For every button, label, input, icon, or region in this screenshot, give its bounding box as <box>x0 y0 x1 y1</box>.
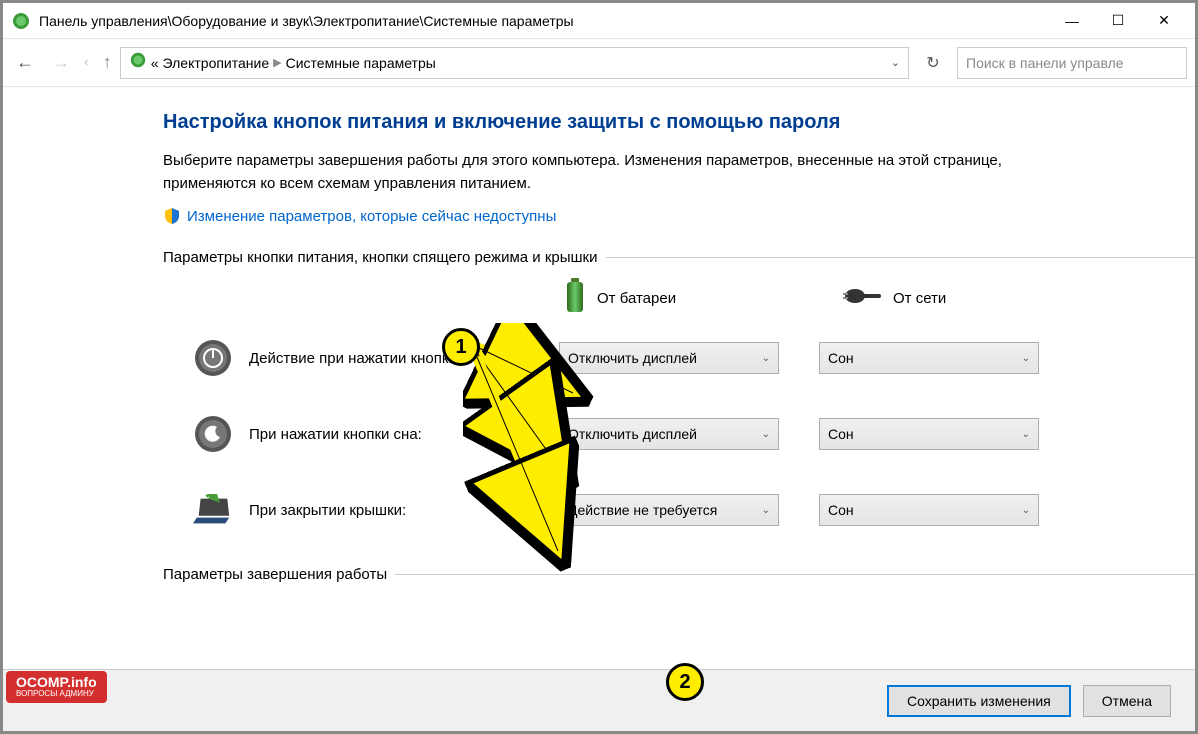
save-button[interactable]: Сохранить изменения <box>887 685 1071 717</box>
breadcrumb-item[interactable]: Системные параметры <box>286 55 436 71</box>
column-header-battery: От батареи <box>563 278 773 318</box>
close-button[interactable]: ✕ <box>1141 6 1187 36</box>
plug-icon <box>843 284 883 312</box>
column-header-plugged: От сети <box>843 278 1053 318</box>
power-button-icon <box>193 338 233 378</box>
shield-icon <box>163 207 181 225</box>
titlebar: Панель управления\Оборудование и звук\Эл… <box>3 3 1195 39</box>
power-button-plugged-combo[interactable]: Сон ⌄ <box>819 342 1039 374</box>
power-row: При нажатии кнопки сна: Отключить диспле… <box>163 414 1195 454</box>
address-bar[interactable]: « Электропитание ▶ Системные параметры ⌄ <box>120 47 909 79</box>
forward-button[interactable]: → <box>47 49 75 77</box>
annotation-badge-2: 2 <box>666 663 704 701</box>
section-header: Параметры завершения работы <box>163 566 1195 583</box>
column-label: От батареи <box>597 290 676 307</box>
change-settings-label: Изменение параметров, которые сейчас нед… <box>187 208 556 225</box>
address-dropdown[interactable]: ⌄ <box>891 56 900 69</box>
breadcrumb-item[interactable]: Электропитание <box>163 55 270 71</box>
chevron-down-icon: ⌄ <box>762 505 770 516</box>
section-header: Параметры кнопки питания, кнопки спящего… <box>163 249 1195 266</box>
cancel-button[interactable]: Отмена <box>1083 685 1171 717</box>
combo-value: Сон <box>828 502 854 518</box>
logo-subtext: ВОПРОСЫ АДМИНУ <box>16 690 97 699</box>
up-button[interactable]: ↑ <box>103 52 112 73</box>
section-title: Параметры завершения работы <box>163 566 387 583</box>
chevron-down-icon: ⌄ <box>1022 505 1030 516</box>
column-label: От сети <box>893 290 946 307</box>
combo-value: Сон <box>828 350 854 366</box>
combo-value: Отключить дисплей <box>568 350 697 366</box>
lid-close-plugged-combo[interactable]: Сон ⌄ <box>819 494 1039 526</box>
minimize-button[interactable]: — <box>1049 6 1095 36</box>
annotation-badge-1: 1 <box>442 328 480 366</box>
logo-text: OCOMP.info <box>16 675 97 690</box>
combo-value: Действие не требуется <box>568 502 717 518</box>
change-settings-link[interactable]: Изменение параметров, которые сейчас нед… <box>163 207 556 225</box>
crumb-prefix: « <box>151 55 159 71</box>
sleep-button-battery-combo[interactable]: Отключить дисплей ⌄ <box>559 418 779 450</box>
search-input[interactable]: Поиск в панели управле <box>957 47 1187 79</box>
maximize-button[interactable]: ☐ <box>1095 6 1141 36</box>
combo-value: Сон <box>828 426 854 442</box>
section-divider <box>395 574 1195 575</box>
power-row: Действие при нажатии кнопки питания: Отк… <box>163 338 1195 378</box>
row-label: При закрытии крышки: <box>249 502 559 519</box>
battery-icon <box>563 278 587 318</box>
window-title: Панель управления\Оборудование и звук\Эл… <box>39 13 1049 29</box>
chevron-down-icon: ⌄ <box>1022 353 1030 364</box>
power-button-battery-combo[interactable]: Отключить дисплей ⌄ <box>559 342 779 374</box>
section-divider <box>606 257 1195 258</box>
lid-close-icon <box>193 490 233 530</box>
back-button[interactable]: ← <box>11 49 39 77</box>
lid-close-battery-combo[interactable]: Действие не требуется ⌄ <box>559 494 779 526</box>
history-dropdown[interactable]: ⌄ <box>80 57 97 69</box>
chevron-down-icon: ⌄ <box>762 353 770 364</box>
watermark-logo: OCOMP.info ВОПРОСЫ АДМИНУ <box>6 671 107 703</box>
button-bar: Сохранить изменения Отмена <box>3 669 1195 731</box>
sleep-button-plugged-combo[interactable]: Сон ⌄ <box>819 418 1039 450</box>
navbar: ← → ⌄ ↑ « Электропитание ▶ Системные пар… <box>3 39 1195 87</box>
refresh-button[interactable]: ↻ <box>917 47 949 79</box>
sleep-button-icon <box>193 414 233 454</box>
section-title: Параметры кнопки питания, кнопки спящего… <box>163 249 598 266</box>
breadcrumb-separator: ▶ <box>273 56 281 69</box>
page-heading: Настройка кнопок питания и включение защ… <box>163 111 1195 134</box>
chevron-down-icon: ⌄ <box>1022 429 1030 440</box>
app-icon <box>11 11 31 31</box>
chevron-down-icon: ⌄ <box>762 429 770 440</box>
row-label: При нажатии кнопки сна: <box>249 426 559 443</box>
row-label: Действие при нажатии кнопки питания: <box>249 350 559 367</box>
page-description: Выберите параметры завершения работы для… <box>163 150 1063 195</box>
power-row: При закрытии крышки: Действие не требует… <box>163 490 1195 530</box>
combo-value: Отключить дисплей <box>568 426 697 442</box>
address-icon <box>129 51 147 74</box>
